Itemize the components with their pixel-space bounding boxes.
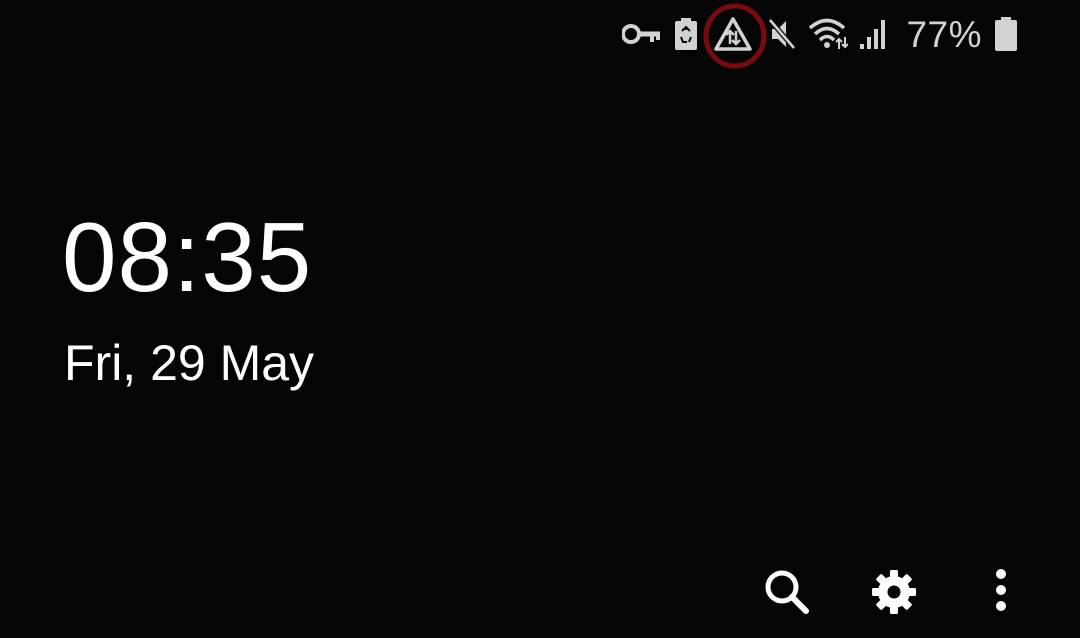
battery-percent: 77% xyxy=(906,13,982,55)
bottom-actions xyxy=(0,0,1080,638)
settings-gear-icon xyxy=(872,570,916,614)
battery-icon xyxy=(994,14,1018,54)
more-options-button[interactable] xyxy=(971,562,1031,622)
wifi-icon xyxy=(808,14,849,54)
vpn-key-icon xyxy=(622,14,662,54)
settings-button[interactable] xyxy=(864,562,924,622)
data-saver-icon xyxy=(703,3,767,69)
clock-time[interactable]: 08:35 xyxy=(62,208,312,306)
mute-icon xyxy=(768,14,797,54)
search-button[interactable] xyxy=(757,562,817,622)
battery-saver-icon xyxy=(674,14,698,54)
more-vert-icon xyxy=(996,569,1006,611)
clock-date[interactable]: Fri, 29 May xyxy=(64,338,314,388)
lock-screen: 77% 08:35 Fri, 29 May xyxy=(0,0,1080,638)
signal-icon xyxy=(860,14,888,54)
status-bar: 77% xyxy=(622,3,1018,69)
search-icon xyxy=(765,570,809,614)
